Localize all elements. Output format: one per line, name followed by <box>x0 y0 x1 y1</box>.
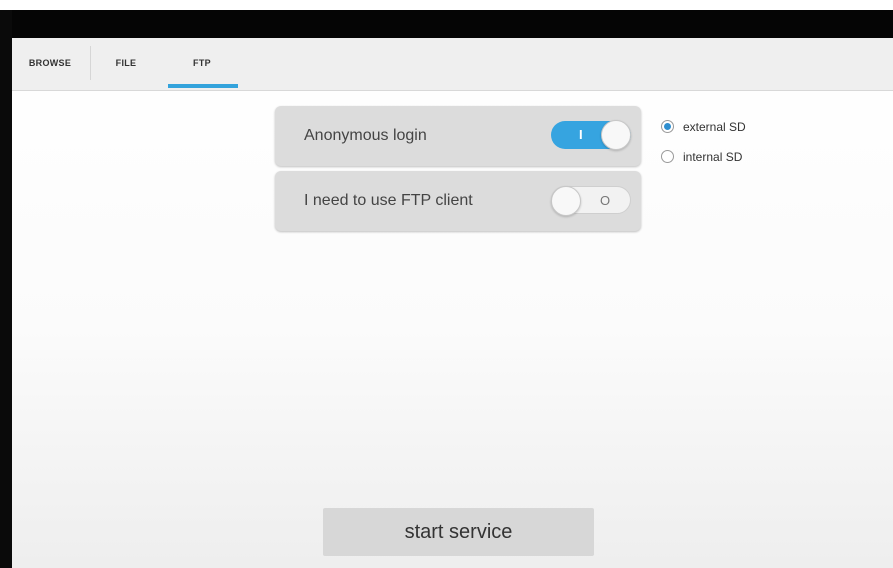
anonymous-login-toggle[interactable]: I <box>551 120 631 150</box>
start-service-button[interactable]: start service <box>323 508 594 556</box>
toggle-knob <box>601 120 631 150</box>
internal-sd-label: internal SD <box>683 150 743 164</box>
ftp-client-row: I need to use FTP client O <box>275 171 641 231</box>
app-screen: BROWSE FILE FTP Anonymous login I I need… <box>12 38 893 568</box>
device-left-bezel <box>0 10 12 568</box>
tab-browse[interactable]: BROWSE <box>18 38 82 90</box>
toggle-on-mark: I <box>579 127 583 142</box>
tab-ftp[interactable]: FTP <box>172 38 232 90</box>
anonymous-login-row: Anonymous login I <box>275 106 641 166</box>
tab-bar: BROWSE FILE FTP <box>12 38 893 91</box>
internal-sd-radio[interactable] <box>661 150 674 163</box>
toggle-off-mark: O <box>600 193 611 208</box>
toggle-knob <box>551 186 581 216</box>
tab-divider <box>90 46 91 80</box>
ftp-client-label: I need to use FTP client <box>304 192 473 209</box>
external-sd-option[interactable]: external SD <box>661 117 781 137</box>
external-sd-label: external SD <box>683 120 746 134</box>
tab-file[interactable]: FILE <box>96 38 156 90</box>
ftp-client-toggle[interactable]: O <box>551 186 631 216</box>
device-top-bezel <box>0 10 893 38</box>
internal-sd-option[interactable]: internal SD <box>661 147 781 167</box>
anonymous-login-label: Anonymous login <box>304 127 427 144</box>
external-sd-radio[interactable] <box>661 120 674 133</box>
tab-selected-indicator <box>168 84 238 88</box>
